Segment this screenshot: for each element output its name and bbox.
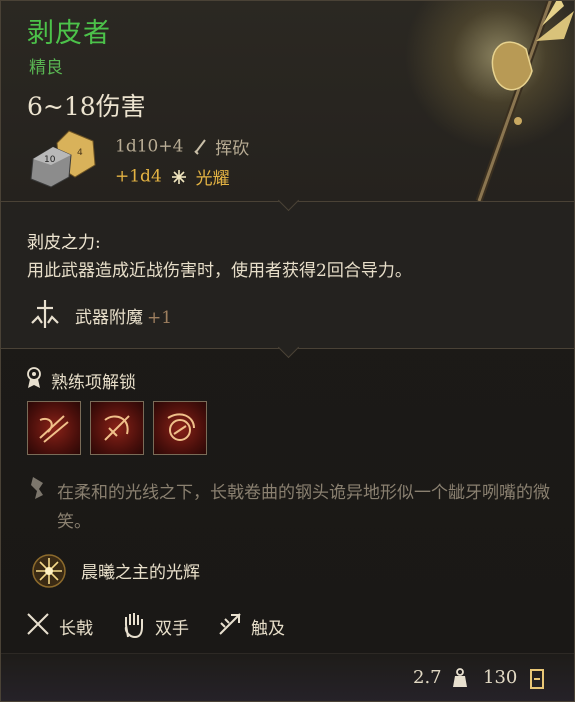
dice-icon: 4 10: [30, 130, 96, 188]
hand-icon: [124, 613, 143, 639]
bonus-damage: +1d4 光耀: [115, 164, 230, 190]
primary-damage: 1d10+4 挥砍: [115, 134, 250, 160]
perk-description: 用此武器造成近战伤害时，使用者获得2回合导力。: [27, 261, 412, 281]
item-weight: 2.7: [413, 667, 442, 688]
skill-3-icon[interactable]: [153, 401, 207, 455]
passive-label: 晨曦之主的光辉: [81, 563, 200, 583]
sweep-skill-icon: [167, 413, 195, 441]
primary-damage-type: 挥砍: [215, 139, 250, 159]
primary-roll: 1d10+4: [115, 136, 184, 157]
enchantment-label: 武器附魔: [75, 308, 143, 328]
property-two-handed-label: 双手: [155, 619, 189, 639]
skill-1-icon[interactable]: [27, 401, 81, 455]
radiance-icon[interactable]: [31, 553, 67, 589]
item-name: 剥皮者: [27, 18, 111, 49]
strike-skill-icon: [104, 415, 130, 441]
svg-text:4: 4: [77, 148, 83, 158]
proficiency-label: 熟练项解锁: [51, 373, 136, 393]
property-reach-label: 触及: [251, 619, 285, 639]
item-tooltip: 剥皮者 精良 6~18伤害 4 10 1d10+4 挥砍 +1d4 光耀 剥皮之…: [0, 0, 575, 702]
halberd-icon: [475, 1, 574, 201]
bonus-damage-type: 光耀: [195, 169, 230, 189]
bonus-roll: +1d4: [115, 166, 162, 187]
enchantment-value: +1: [147, 308, 173, 328]
flavor-text: 在柔和的光线之下，长戟卷曲的钢头诡异地形似一个龇牙咧嘴的微笑。: [57, 483, 550, 532]
slash-skill-icon: [39, 415, 69, 443]
slash-icon: [194, 138, 206, 155]
enchantment: 武器附魔 +1: [75, 303, 172, 328]
property-halberd-label: 长戟: [59, 619, 93, 639]
damage-range: 6~18伤害: [27, 92, 146, 121]
feather-icon: [31, 477, 43, 499]
gold-coin-icon: [530, 669, 544, 689]
skill-2-icon[interactable]: [90, 401, 144, 455]
perk-title: 剥皮之力:: [27, 233, 101, 253]
tooltip-header: 剥皮者 精良 6~18伤害 4 10 1d10+4 挥砍 +1d4 光耀: [1, 1, 574, 201]
proficiency-icon: [27, 367, 41, 388]
svg-text:10: 10: [44, 155, 56, 165]
crossed-polearms-icon: [27, 613, 49, 635]
weight-icon: [453, 668, 467, 687]
item-rarity: 精良: [29, 58, 63, 78]
radiant-icon: [172, 169, 187, 184]
reach-icon: [219, 613, 241, 635]
enchantment-icon[interactable]: [28, 297, 62, 331]
item-price: 130: [483, 667, 518, 688]
